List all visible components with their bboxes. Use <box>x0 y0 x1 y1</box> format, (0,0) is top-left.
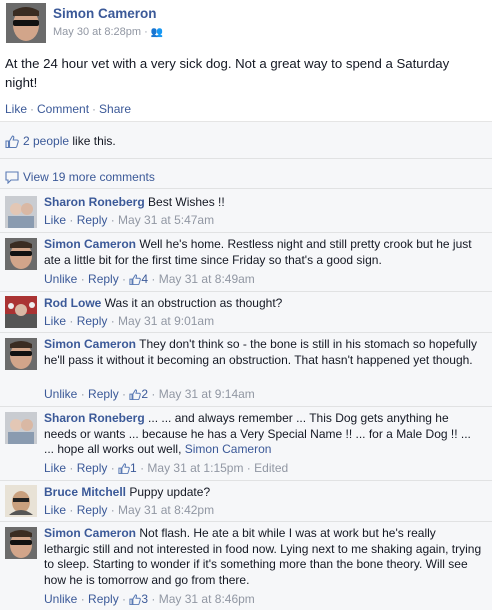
author-avatar[interactable] <box>6 3 46 43</box>
view-more-label[interactable]: View 19 more comments <box>23 170 155 184</box>
comment-like-count[interactable]: 3 <box>141 592 148 606</box>
comment-author[interactable]: Rod Lowe <box>44 296 101 310</box>
comment-button[interactable]: Comment <box>37 102 89 116</box>
comment-text: Rod Lowe Was it an obstruction as though… <box>44 296 484 312</box>
divider <box>0 332 492 333</box>
comment-timestamp[interactable]: May 31 at 8:46pm <box>159 592 255 606</box>
comment-timestamp[interactable]: May 31 at 9:14am <box>159 387 255 401</box>
comment-bubble-icon <box>5 171 19 185</box>
comment-author[interactable]: Simon Cameron <box>44 526 136 540</box>
comment-actions: Like · Reply · May 31 at 8:42pm <box>44 503 215 517</box>
like-button[interactable]: Like <box>5 102 27 116</box>
comment-like-count[interactable]: 2 <box>141 387 148 401</box>
divider <box>0 480 492 481</box>
feed-post: Simon Cameron May 30 at 8:28pm · 👥 At th… <box>0 0 492 610</box>
friends-audience-icon[interactable]: 👥 <box>151 27 163 38</box>
thumbs-up-icon <box>129 274 142 286</box>
comment-text: Simon Cameron They don't think so - the … <box>44 337 484 368</box>
comment-timestamp[interactable]: May 31 at 8:42pm <box>118 503 214 517</box>
commenter-avatar[interactable] <box>5 196 37 228</box>
comment-timestamp[interactable]: May 31 at 5:47am <box>118 213 214 227</box>
post-actions: Like · Comment · Share <box>5 102 132 116</box>
comment-reply-button[interactable]: Reply <box>88 272 119 286</box>
comments-section: 2 people like this. View 19 more comment… <box>0 121 492 610</box>
comment-like-button[interactable]: Unlike <box>44 387 77 401</box>
comment-author[interactable]: Sharon Roneberg <box>44 411 145 425</box>
comment-reply-button[interactable]: Reply <box>77 461 108 475</box>
comment-like-button[interactable]: Like <box>44 503 66 517</box>
comment-author[interactable]: Bruce Mitchell <box>44 485 126 499</box>
likes-summary: 2 people like this. <box>5 134 116 149</box>
thumbs-up-icon <box>129 594 142 606</box>
comment-timestamp[interactable]: May 31 at 1:15pm <box>147 461 243 475</box>
comment-text: Bruce Mitchell Puppy update? <box>44 485 484 501</box>
comment-reply-button[interactable]: Reply <box>88 387 119 401</box>
comment-timestamp[interactable]: May 31 at 8:49am <box>159 272 255 286</box>
post-text: At the 24 hour vet with a very sick dog.… <box>5 56 450 90</box>
divider <box>0 158 492 159</box>
comment-actions: Like · Reply · 1 · May 31 at 1:15pm · Ed… <box>44 461 289 475</box>
likes-count-link[interactable]: 2 people <box>23 134 69 148</box>
edited-label[interactable]: Edited <box>254 461 288 475</box>
comment-like-button[interactable]: Unlike <box>44 272 77 286</box>
share-button[interactable]: Share <box>99 102 131 116</box>
post-author-name[interactable]: Simon Cameron <box>53 6 157 21</box>
divider <box>0 188 492 189</box>
comment-author[interactable]: Simon Cameron <box>44 337 136 351</box>
likes-suffix: like this. <box>72 134 116 148</box>
thumbs-up-icon <box>129 389 142 401</box>
divider <box>0 232 492 233</box>
comment-like-button[interactable]: Like <box>44 461 66 475</box>
comment-reply-button[interactable]: Reply <box>88 592 119 606</box>
view-more-comments[interactable]: View 19 more comments <box>5 170 155 185</box>
comment-author[interactable]: Sharon Roneberg <box>44 195 145 209</box>
commenter-avatar[interactable] <box>5 527 37 559</box>
thumbs-up-icon <box>118 463 130 475</box>
comment-like-button[interactable]: Like <box>44 314 66 328</box>
comment-text: Sharon Roneberg Best Wishes !! <box>44 195 484 211</box>
comment-actions: Like · Reply · May 31 at 9:01am <box>44 314 215 328</box>
commenter-avatar[interactable] <box>5 238 37 270</box>
comment-body: Was it an obstruction as thought? <box>104 296 283 310</box>
comment-like-button[interactable]: Unlike <box>44 592 77 606</box>
commenter-avatar[interactable] <box>5 338 37 370</box>
thumbs-up-icon <box>5 135 19 149</box>
divider <box>0 521 492 522</box>
comment-actions: Unlike · Reply · 3 · May 31 at 8:46pm <box>44 592 255 606</box>
comment-reply-button[interactable]: Reply <box>77 503 108 517</box>
comment-timestamp[interactable]: May 31 at 9:01am <box>118 314 214 328</box>
comment-author[interactable]: Simon Cameron <box>44 237 136 251</box>
comment-like-button[interactable]: Like <box>44 213 66 227</box>
mention-link[interactable]: Simon Cameron <box>185 442 272 456</box>
comment-actions: Unlike · Reply · 2 · May 31 at 9:14am <box>44 387 255 401</box>
comment-text: Simon Cameron Not flash. He ate a bit wh… <box>44 526 484 588</box>
comment-reply-button[interactable]: Reply <box>77 314 108 328</box>
comment-like-count[interactable]: 4 <box>141 272 148 286</box>
post-meta: May 30 at 8:28pm · 👥 <box>53 26 164 38</box>
post-timestamp[interactable]: May 30 at 8:28pm <box>53 26 141 38</box>
comment-actions: Like · Reply · May 31 at 5:47am <box>44 213 215 227</box>
commenter-avatar[interactable] <box>5 296 37 328</box>
comment-body: Best Wishes !! <box>148 195 225 209</box>
commenter-avatar[interactable] <box>5 485 37 517</box>
comment-reply-button[interactable]: Reply <box>77 213 108 227</box>
commenter-avatar[interactable] <box>5 412 37 444</box>
comment-like-count[interactable]: 1 <box>130 461 137 475</box>
comment-body: Puppy update? <box>129 485 211 499</box>
divider <box>0 406 492 407</box>
divider <box>0 291 492 292</box>
comment-text: Sharon Roneberg ... ... and always remem… <box>44 411 484 458</box>
comment-text: Simon Cameron Well he's home. Restless n… <box>44 237 484 268</box>
post-header: Simon Cameron May 30 at 8:28pm · 👥 <box>0 0 492 48</box>
comment-actions: Unlike · Reply · 4 · May 31 at 8:49am <box>44 272 255 286</box>
